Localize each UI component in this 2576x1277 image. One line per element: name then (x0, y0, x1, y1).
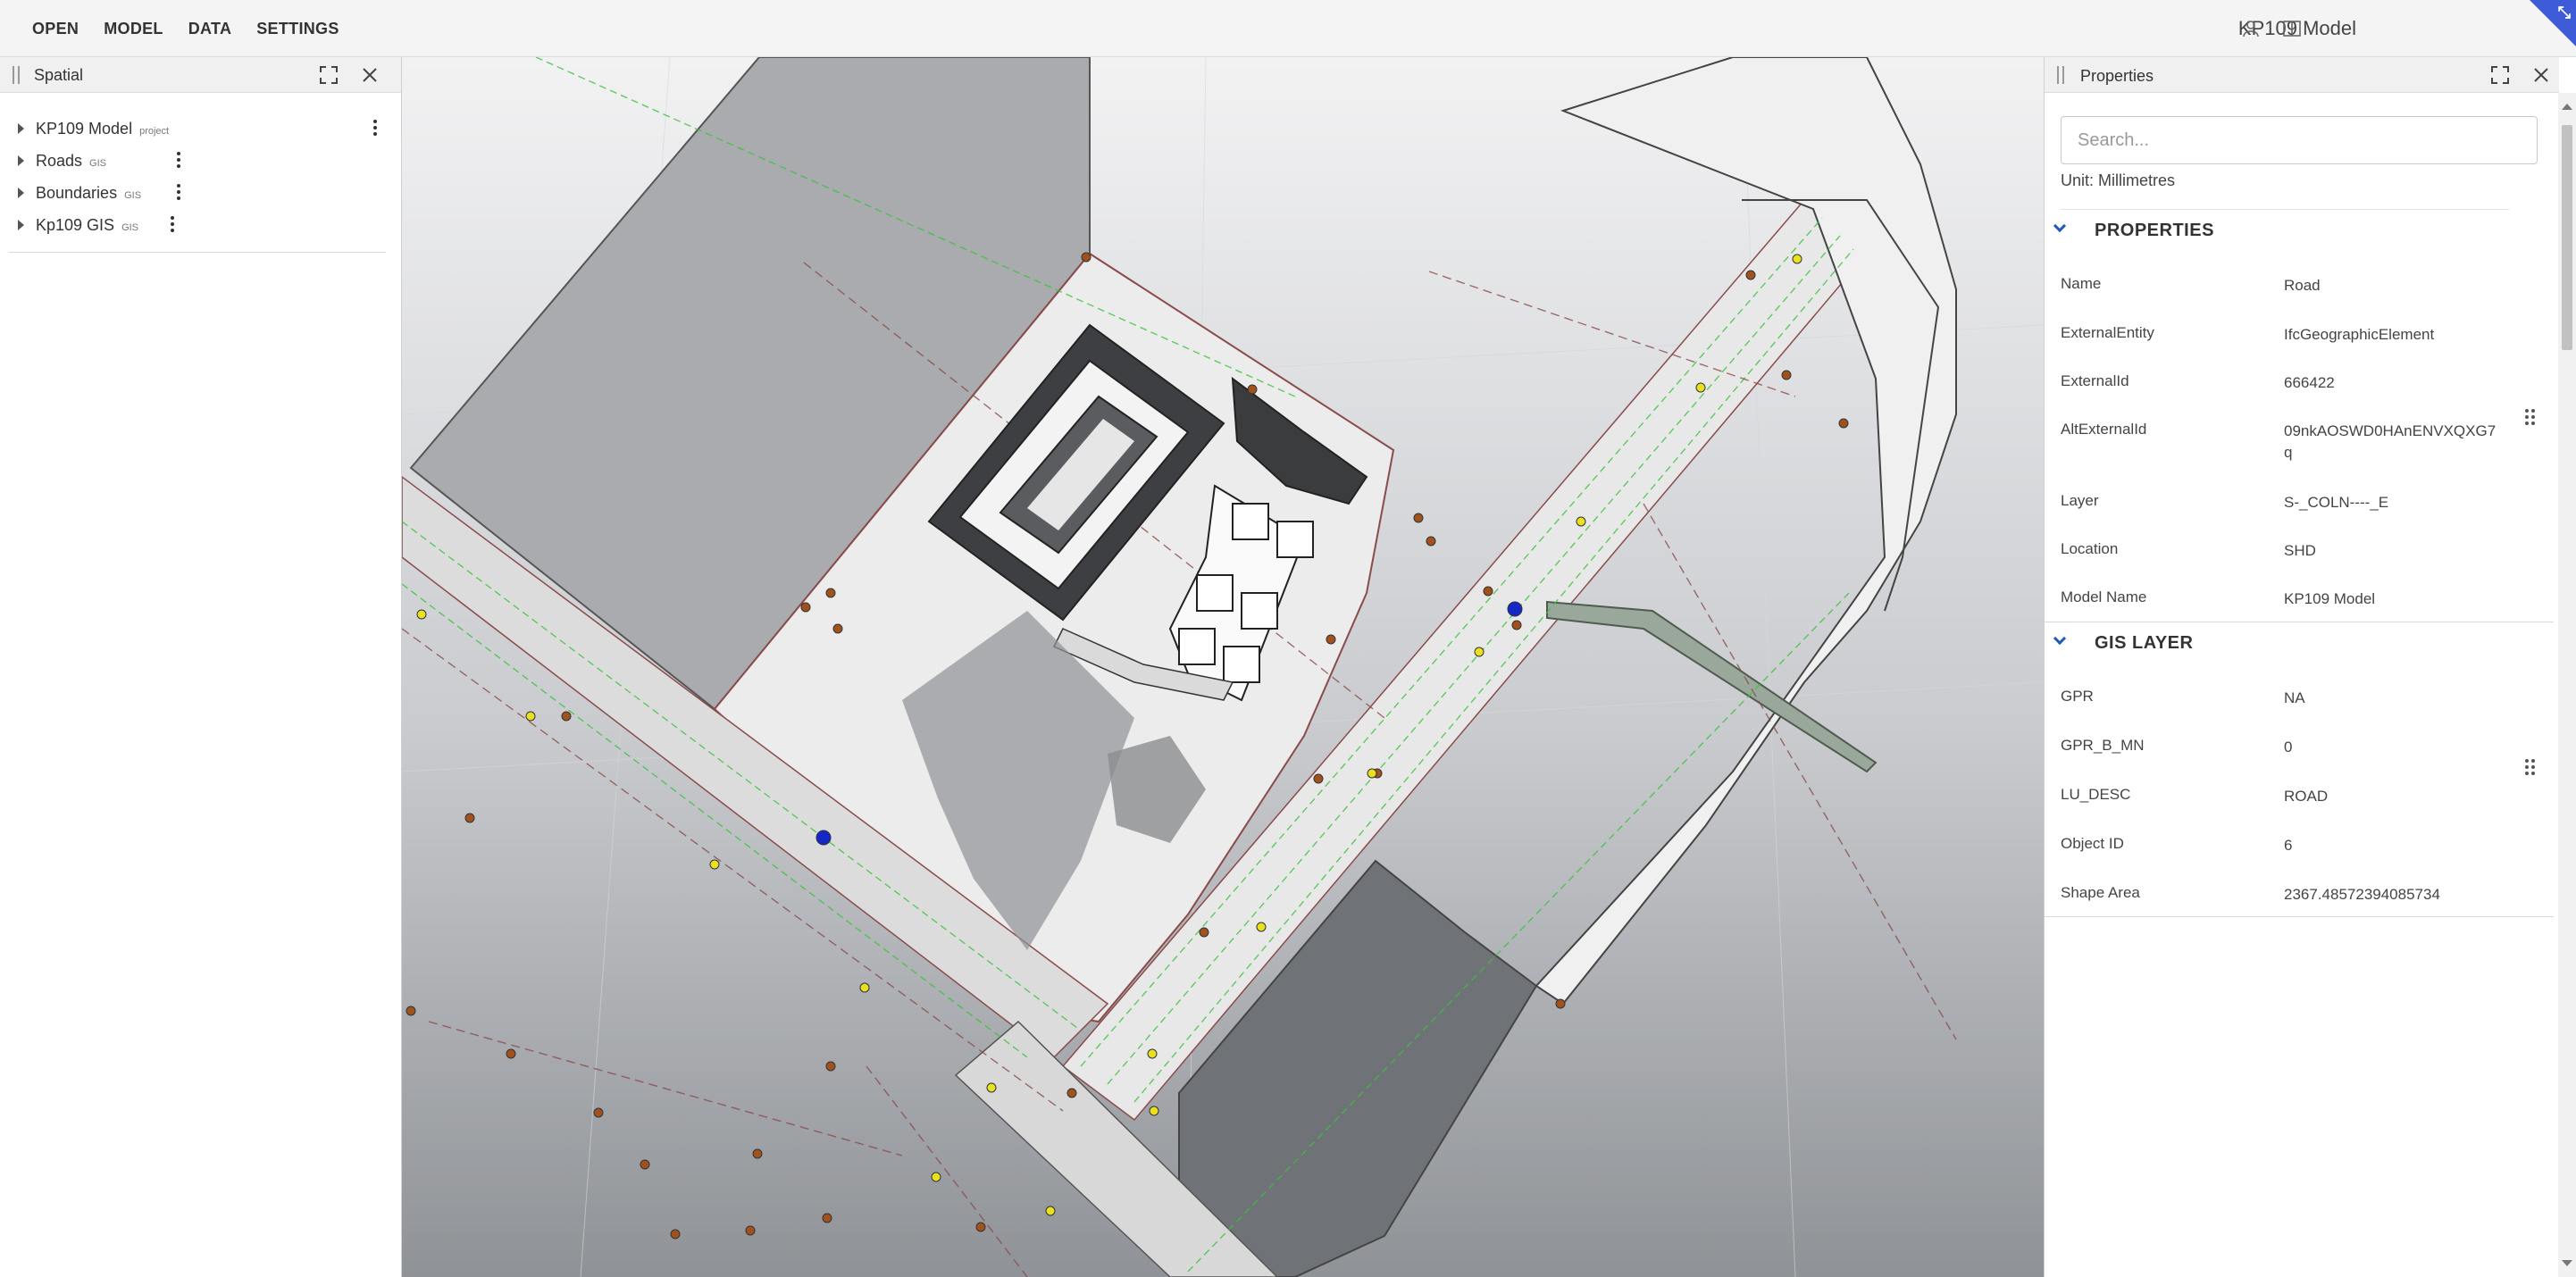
user-icon[interactable] (2240, 18, 2262, 39)
property-key: ExternalId (2061, 372, 2129, 389)
more-options-icon[interactable] (372, 118, 378, 139)
property-key: ExternalEntity (2061, 324, 2154, 341)
tree-item-label: Boundaries (36, 183, 118, 202)
scroll-thumb[interactable] (2562, 125, 2572, 350)
tree-item-tag: GIS (121, 221, 139, 233)
properties-panel-title: Properties (2080, 67, 2154, 85)
drag-handle-icon[interactable] (13, 66, 20, 84)
close-icon[interactable] (2530, 64, 2552, 86)
section-title: GIS LAYER (2095, 633, 2194, 653)
tree-item-tag: project (139, 125, 170, 137)
property-key: Location (2061, 540, 2119, 557)
tree-item-label: Kp109 GIS (36, 215, 115, 234)
property-value: 666422 (2284, 374, 2335, 391)
expand-caret-icon[interactable] (18, 220, 24, 230)
scroll-up-icon[interactable] (2562, 104, 2572, 110)
property-value: ROAD (2284, 788, 2329, 805)
property-key: LU_DESC (2061, 786, 2131, 803)
properties-panel-header: Properties (2045, 57, 2559, 93)
tree-item-roads[interactable]: Roads GIS (0, 145, 393, 177)
menu-settings[interactable]: SETTINGS (256, 20, 339, 38)
tree-item-tag: GIS (89, 157, 106, 169)
property-value: S-_COLN----_E (2284, 494, 2389, 511)
site-plan-view[interactable] (402, 57, 2044, 1277)
property-key: Shape Area (2061, 884, 2140, 901)
tree-divider (9, 252, 386, 253)
model-viewport[interactable] (402, 57, 2044, 1277)
spatial-tree: KP109 Model project Roads GIS Boundaries GI… (0, 113, 393, 241)
spatial-panel-header: Spatial (0, 57, 401, 93)
property-key: Name (2061, 275, 2102, 292)
section-title: PROPERTIES (2095, 221, 2214, 240)
property-key: Model Name (2061, 588, 2147, 605)
section-header-gis-layer[interactable]: GIS LAYER (2045, 623, 2554, 663)
property-value: KP109 Model (2284, 590, 2376, 607)
properties-panel: Properties Unit: Millimetres PROPERTIES … (2044, 57, 2576, 1277)
properties-scrollbar[interactable] (2558, 93, 2576, 1277)
corner-collapse-icon[interactable]: ⤡ (2558, 4, 2571, 22)
more-options-icon[interactable] (176, 150, 181, 171)
property-value: 09nkAOSWD0HAnENVXQXG7q (2284, 422, 2497, 461)
property-key: AltExternalId (2061, 421, 2147, 438)
top-toolbar: OPEN MODEL DATA SETTINGS KP109 Model ⤡ (0, 0, 2576, 57)
reorder-handle-icon[interactable] (2525, 759, 2536, 777)
property-key: Object ID (2061, 835, 2124, 852)
layout-icon[interactable] (2281, 18, 2303, 39)
main-menu: OPEN MODEL DATA SETTINGS (32, 0, 364, 57)
menu-model[interactable]: MODEL (104, 20, 163, 38)
divider (2045, 916, 2554, 917)
tree-item-kp109-model[interactable]: KP109 Model project (0, 113, 393, 145)
property-value: 2367.48572394085734 (2284, 886, 2440, 903)
property-key: GPR (2061, 688, 2094, 705)
unit-label: Unit: Millimetres (2061, 171, 2176, 189)
chevron-down-icon[interactable] (2053, 219, 2067, 233)
close-icon[interactable] (359, 64, 381, 86)
property-key: GPR_B_MN (2061, 737, 2145, 754)
property-key: Layer (2061, 492, 2099, 509)
menu-data[interactable]: DATA (188, 20, 232, 38)
property-value: 0 (2284, 739, 2293, 755)
spatial-panel-title: Spatial (34, 66, 84, 84)
tree-item-kp109-gis[interactable]: Kp109 GIS GIS (0, 209, 393, 241)
property-value: SHD (2284, 542, 2316, 559)
divider (2061, 209, 2509, 210)
tree-item-label: Roads (36, 151, 83, 170)
tree-item-label: KP109 Model (36, 119, 133, 138)
tree-item-tag: GIS (124, 189, 142, 201)
expand-caret-icon[interactable] (18, 155, 24, 166)
property-value: IfcGeographicElement (2284, 326, 2435, 343)
chevron-down-icon[interactable] (2053, 631, 2067, 646)
tree-item-boundaries[interactable]: Boundaries GIS (0, 177, 393, 209)
spatial-panel: Spatial KP109 Model project Roads GIS Boun… (0, 57, 402, 1277)
property-value: Road (2284, 277, 2321, 294)
menu-open[interactable]: OPEN (32, 20, 79, 38)
reorder-handle-icon[interactable] (2525, 409, 2536, 427)
scroll-down-icon[interactable] (2562, 1260, 2572, 1266)
maximize-icon[interactable] (318, 64, 339, 86)
expand-caret-icon[interactable] (18, 188, 24, 198)
property-value: NA (2284, 689, 2305, 706)
maximize-icon[interactable] (2489, 64, 2511, 86)
more-options-icon[interactable] (176, 182, 181, 204)
property-value: 6 (2284, 837, 2293, 854)
drag-handle-icon[interactable] (2057, 66, 2064, 84)
expand-caret-icon[interactable] (18, 123, 24, 134)
property-search-input[interactable] (2061, 116, 2538, 164)
more-options-icon[interactable] (170, 214, 175, 236)
section-header-properties[interactable]: PROPERTIES (2045, 211, 2554, 250)
